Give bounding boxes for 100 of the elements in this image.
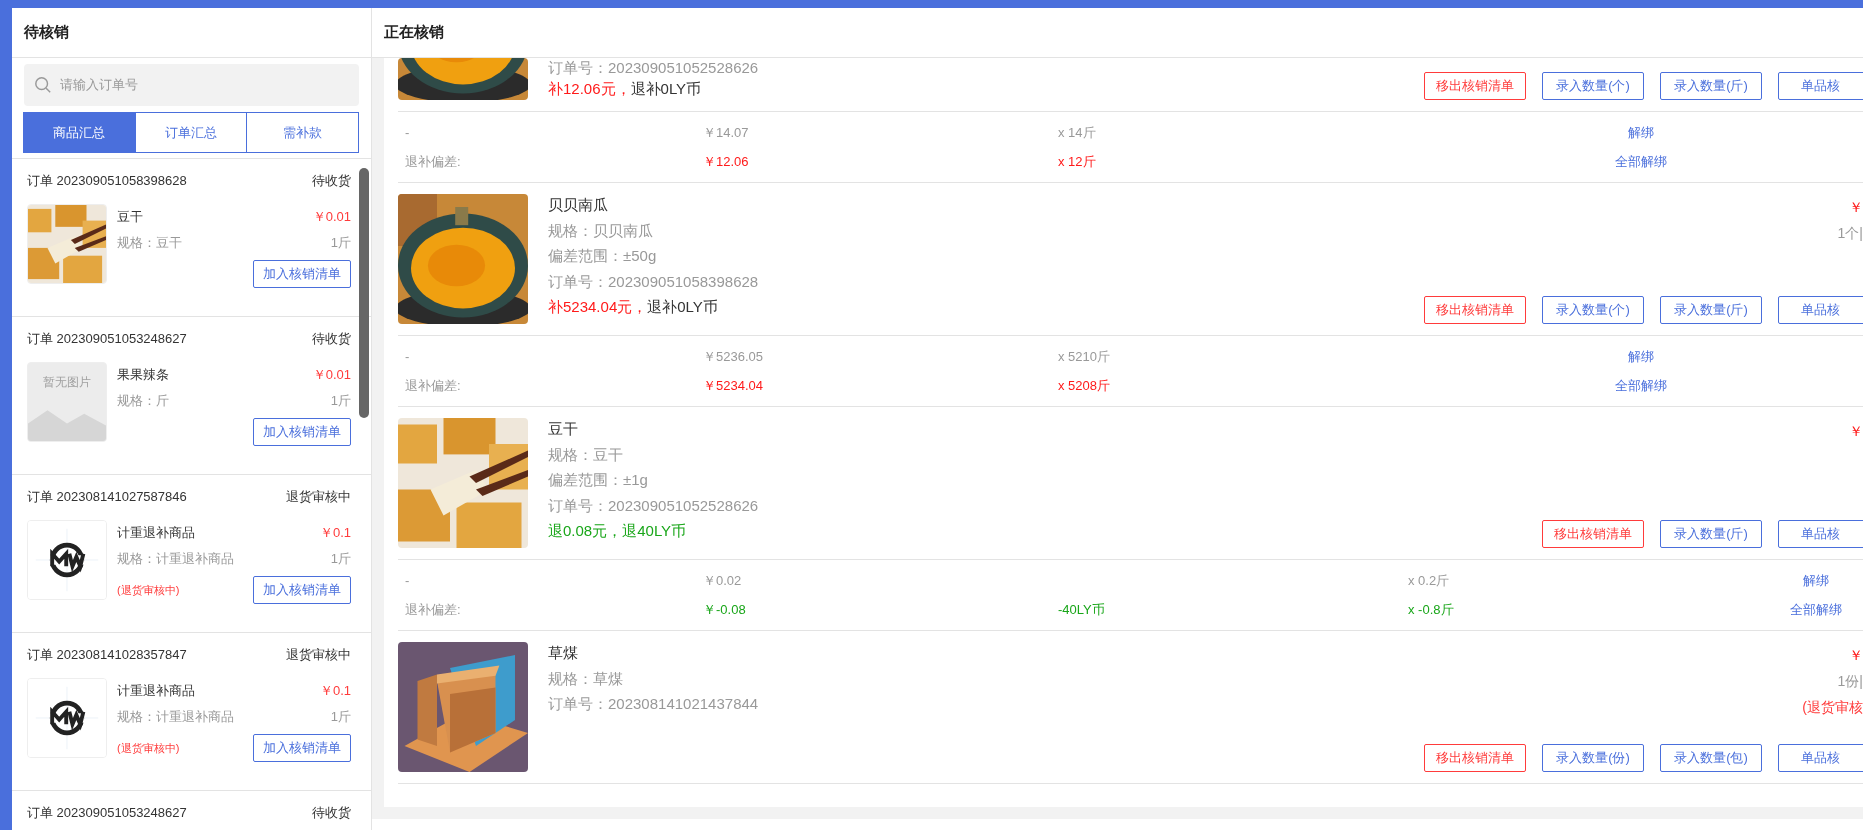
- summary-coins: -40LY币: [1057, 600, 1106, 619]
- summary-quantity: x 5208斤: [1057, 376, 1112, 395]
- action-button[interactable]: 移出核销清单: [1424, 296, 1526, 324]
- product-detail: 规格：草煤: [548, 668, 624, 689]
- summary-quantity: x 0.2斤: [1407, 571, 1451, 590]
- panel-title: 待核销: [24, 22, 69, 43]
- quantity: 1斤: [330, 392, 351, 411]
- product-detail: 规格：贝贝南瓜: [548, 220, 654, 241]
- panel-title: 正在核销: [384, 22, 444, 43]
- item-info: 1个|: [1837, 224, 1863, 243]
- tab[interactable]: 需补款: [246, 112, 359, 153]
- order-number: 订单 202309051053248627: [27, 330, 187, 348]
- product-detail: 偏差范围：±1g: [548, 470, 649, 490]
- action-button[interactable]: 录入数量(包): [1660, 744, 1762, 772]
- unbind-link[interactable]: 解绑: [1802, 572, 1829, 588]
- action-button[interactable]: 移出核销清单: [1424, 72, 1526, 100]
- summary-quantity: x 5210斤: [1057, 347, 1112, 366]
- price: ￥0.1: [319, 524, 351, 543]
- product-name: 果果辣条: [117, 366, 169, 385]
- product-spec: 规格：计重退补商品: [117, 708, 234, 727]
- summary-label: -: [404, 347, 411, 366]
- action-button[interactable]: 录入数量(个): [1542, 296, 1644, 324]
- product-detail: 规格：豆干: [548, 444, 624, 465]
- unbind-link[interactable]: 全部解绑: [1614, 377, 1667, 393]
- item-info: 1份|: [1837, 672, 1863, 691]
- price: ￥0.01: [312, 208, 351, 227]
- summary-label: 退补偏差:: [404, 600, 462, 619]
- product-spec: 规格：计重退补商品: [117, 550, 234, 569]
- product-detail: 偏差范围：±50g: [548, 246, 658, 266]
- action-button[interactable]: 单品核: [1778, 296, 1863, 324]
- action-button[interactable]: 单品核: [1778, 72, 1863, 100]
- summary-label: 退补偏差:: [404, 376, 462, 395]
- action-button[interactable]: 录入数量(个): [1542, 72, 1644, 100]
- order-status: 待收货: [312, 330, 351, 348]
- action-button[interactable]: 录入数量(斤): [1660, 296, 1762, 324]
- item-info: ￥: [1849, 646, 1863, 665]
- price: ￥0.01: [312, 366, 351, 385]
- add-to-list-button[interactable]: 加入核销清单: [253, 418, 351, 446]
- unbind-link[interactable]: 解绑: [1627, 124, 1654, 140]
- summary-label: -: [404, 571, 411, 590]
- product-detail: 订单号：202308141021437844: [548, 694, 759, 714]
- summary-label: -: [404, 123, 411, 142]
- order-status: 退货审核中: [286, 646, 351, 664]
- placeholder-text: 暂无图片: [43, 374, 91, 391]
- price: ￥0.1: [319, 682, 351, 701]
- summary-price: ￥5236.05: [702, 347, 764, 366]
- summary-price: ￥-0.08: [702, 600, 747, 619]
- quantity: 1斤: [330, 234, 351, 253]
- product-spec: 规格：豆干: [117, 234, 182, 253]
- status-note: (退货审核中): [117, 740, 180, 756]
- action-button[interactable]: 录入数量(份): [1542, 744, 1644, 772]
- add-to-list-button[interactable]: 加入核销清单: [253, 576, 351, 604]
- product-detail: 订单号：202309051052528626: [548, 58, 759, 78]
- action-button[interactable]: 单品核: [1778, 520, 1863, 548]
- unbind-link[interactable]: 解绑: [1627, 348, 1654, 364]
- action-button[interactable]: 单品核: [1778, 744, 1863, 772]
- product-name: 豆干: [117, 208, 143, 227]
- search-field[interactable]: 请输入订单号: [24, 64, 359, 106]
- action-button[interactable]: 移出核销清单: [1424, 744, 1526, 772]
- product-spec: 规格：斤: [117, 392, 169, 411]
- product-name: 计重退补商品: [117, 524, 195, 543]
- quantity: 1斤: [330, 708, 351, 727]
- item-info: ￥: [1849, 198, 1863, 217]
- item-info: (退货审核: [1802, 698, 1863, 717]
- action-button[interactable]: 移出核销清单: [1542, 520, 1644, 548]
- add-to-list-button[interactable]: 加入核销清单: [253, 734, 351, 762]
- order-number: 订单 202308141027587846: [27, 488, 187, 506]
- product-name: 草煤: [548, 643, 579, 663]
- summary-quantity: x -0.8斤: [1407, 600, 1455, 619]
- order-number: 订单 202309051053248627: [27, 804, 187, 822]
- action-button[interactable]: 录入数量(斤): [1660, 520, 1762, 548]
- settlement-text: 补5234.04元，退补0LY币: [548, 297, 719, 317]
- add-to-list-button[interactable]: 加入核销清单: [253, 260, 351, 288]
- settlement-text: 补12.06元，退补0LY币: [548, 79, 703, 99]
- tab[interactable]: 商品汇总: [23, 112, 136, 153]
- order-number: 订单 202308141028357847: [27, 646, 187, 664]
- item-info: ￥: [1849, 422, 1863, 441]
- product-detail: 订单号：202309051058398628: [548, 271, 759, 292]
- unbind-link[interactable]: 全部解绑: [1614, 153, 1667, 169]
- product-name: 贝贝南瓜: [548, 195, 609, 215]
- quantity: 1斤: [330, 550, 351, 569]
- tab[interactable]: 订单汇总: [134, 112, 248, 153]
- scrollbar-thumb[interactable]: [359, 168, 369, 418]
- product-name: 豆干: [548, 419, 579, 439]
- summary-label: 退补偏差:: [404, 152, 462, 171]
- order-number: 订单 202309051058398628: [27, 172, 187, 190]
- summary-price: ￥5234.04: [702, 376, 764, 395]
- unbind-link[interactable]: 全部解绑: [1789, 601, 1842, 617]
- order-status: 退货审核中: [286, 488, 351, 506]
- summary-price: ￥12.06: [702, 152, 750, 171]
- action-button[interactable]: 录入数量(斤): [1660, 72, 1762, 100]
- summary-quantity: x 14斤: [1057, 123, 1097, 142]
- summary-quantity: x 12斤: [1057, 152, 1097, 171]
- product-name: 计重退补商品: [117, 682, 195, 701]
- settlement-text: 退0.08元，退40LY币: [548, 521, 688, 541]
- search-icon: [34, 76, 52, 94]
- order-status: 待收货: [312, 172, 351, 190]
- order-status: 待收货: [312, 804, 351, 822]
- summary-price: ￥14.07: [702, 123, 750, 142]
- summary-price: ￥0.02: [702, 571, 743, 590]
